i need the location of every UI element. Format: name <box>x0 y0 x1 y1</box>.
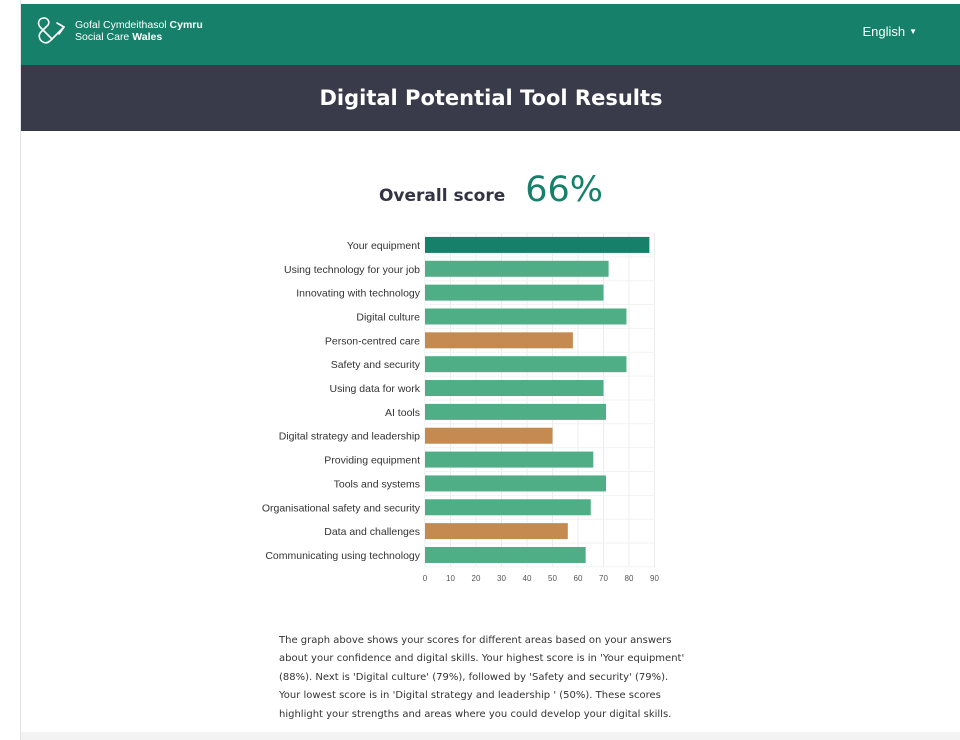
x-tick-label: 90 <box>650 574 659 583</box>
language-dropdown[interactable]: English ▼ <box>862 24 917 39</box>
x-tick-label: 70 <box>599 574 608 583</box>
social-care-wales-logo-icon <box>37 17 65 44</box>
bar[interactable] <box>425 308 627 325</box>
bar[interactable] <box>425 451 594 468</box>
page-frame: Gofal Cymdeithasol Cymru Social Care Wal… <box>20 0 960 740</box>
category-label: AI tools <box>385 407 420 419</box>
category-label: Organisational safety and security <box>262 502 421 514</box>
x-tick-label: 20 <box>472 574 481 583</box>
logo-text: Gofal Cymdeithasol Cymru Social Care Wal… <box>75 19 203 43</box>
logo-line2-bold: Wales <box>132 31 163 43</box>
bar[interactable] <box>425 499 591 516</box>
category-label: Communicating using technology <box>265 550 420 562</box>
category-label: Safety and security <box>331 359 421 371</box>
caret-down-icon: ▼ <box>909 27 917 36</box>
bar[interactable] <box>425 260 609 277</box>
bar[interactable] <box>425 380 604 397</box>
bar[interactable] <box>425 332 573 349</box>
language-label: English <box>862 24 906 39</box>
category-label: Person-centred care <box>325 335 420 347</box>
bar[interactable] <box>425 403 607 420</box>
x-tick-label: 40 <box>523 574 532 583</box>
logo-line1-bold: Cymru <box>169 19 203 31</box>
bar[interactable] <box>425 546 586 563</box>
bar[interactable] <box>425 427 553 444</box>
x-tick-label: 60 <box>574 574 583 583</box>
overall-score-value: 66% <box>525 170 604 210</box>
page-title: Digital Potential Tool Results <box>319 86 663 110</box>
logo-line2-regular: Social Care <box>75 31 133 43</box>
title-banner: Digital Potential Tool Results <box>21 65 960 131</box>
logo[interactable]: Gofal Cymdeithasol Cymru Social Care Wal… <box>35 14 203 48</box>
x-tick-label: 80 <box>625 574 634 583</box>
category-label: Innovating with technology <box>296 288 420 300</box>
bar[interactable] <box>425 236 650 253</box>
bar[interactable] <box>425 356 627 373</box>
results-bar-chart: Your equipment Using technology for your … <box>262 232 659 583</box>
overall-score-label: Overall score <box>378 186 506 206</box>
category-label: Digital culture <box>356 311 420 323</box>
logo-line1-regular: Gofal Cymdeithasol <box>75 19 170 31</box>
category-label: Tools and systems <box>334 478 420 490</box>
category-label: Digital strategy and leadership <box>279 431 420 443</box>
category-label: Using technology for your job <box>284 264 420 276</box>
x-tick-label: 50 <box>548 574 557 583</box>
bar[interactable] <box>425 284 604 301</box>
top-nav-bar: Gofal Cymdeithasol Cymru Social Care Wal… <box>21 4 960 65</box>
bar[interactable] <box>425 523 568 540</box>
x-tick-label: 0 <box>423 574 428 583</box>
bar[interactable] <box>425 475 607 492</box>
x-tick-label: 30 <box>497 574 506 583</box>
category-label: Providing equipment <box>324 455 420 467</box>
category-label: Your equipment <box>347 240 420 252</box>
category-label: Using data for work <box>330 383 421 395</box>
overall-score: Overall score 66% <box>21 170 960 210</box>
footer-strip <box>21 732 960 740</box>
x-tick-label: 10 <box>446 574 455 583</box>
category-label: Data and challenges <box>324 526 420 538</box>
results-summary: The graph above shows your scores for di… <box>279 635 685 720</box>
